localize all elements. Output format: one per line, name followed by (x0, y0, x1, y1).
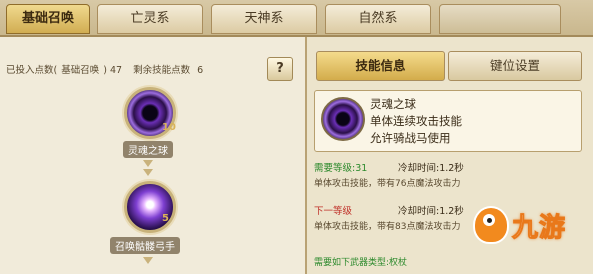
soul-orb-icon (321, 97, 365, 141)
points-summary: 已投入点数(基础召唤) 47 剩余技能点数 6 (6, 62, 211, 76)
tab-extra[interactable] (439, 4, 561, 34)
required-level: 需要等级:31 (314, 163, 368, 174)
cooldown-next: 冷却时间:1.2秒 (398, 206, 464, 217)
tab-divine[interactable]: 天神系 (211, 4, 317, 34)
current-level-desc: 单体攻击技能，带有76点魔法攻击力 (314, 179, 461, 189)
arrow-down-icon (143, 160, 153, 167)
tab-basic-summon[interactable]: 基础召唤 (6, 4, 90, 34)
detail-skill-name: 灵魂之球 (370, 97, 416, 111)
weapon-requirement: 需要如下武器类型:权杖 (314, 258, 408, 268)
tab-nature[interactable]: 自然系 (325, 4, 431, 34)
mascot-eye-icon (483, 214, 495, 226)
points-remaining-label: 剩余技能点数 6 (133, 65, 204, 76)
category-tab-bar: 基础召唤 亡灵系 天神系 自然系 (0, 0, 593, 37)
arrow-down-icon (143, 257, 153, 264)
tab-skill-info[interactable]: 技能信息 (316, 51, 445, 81)
tab-undead[interactable]: 亡灵系 (97, 4, 203, 34)
skill-name-label: 灵魂之球 (123, 141, 173, 158)
next-level-desc: 单体攻击技能，带有83点魔法攻击力 (314, 222, 461, 232)
cooldown-current: 冷却时间:1.2秒 (398, 163, 464, 174)
skill-name-label: 召唤骷髅弓手 (110, 237, 180, 254)
skill-level-badge: 10 (162, 122, 176, 133)
watermark-text: 九游 (511, 213, 567, 244)
skill-level-badge: 5 (162, 213, 169, 224)
arrow-down-icon (143, 169, 153, 176)
tab-key-binding[interactable]: 键位设置 (448, 51, 582, 81)
detail-desc-line: 单体连续攻击技能 (370, 114, 462, 128)
summon-skeleton-archer-skill-icon[interactable] (124, 181, 176, 233)
points-invested-label: 已投入点数(基础召唤) 47 (6, 65, 123, 76)
help-button[interactable]: ? (267, 57, 293, 81)
next-level-heading: 下一等级 (314, 206, 353, 217)
detail-desc-line: 允许骑战马使用 (370, 131, 451, 145)
